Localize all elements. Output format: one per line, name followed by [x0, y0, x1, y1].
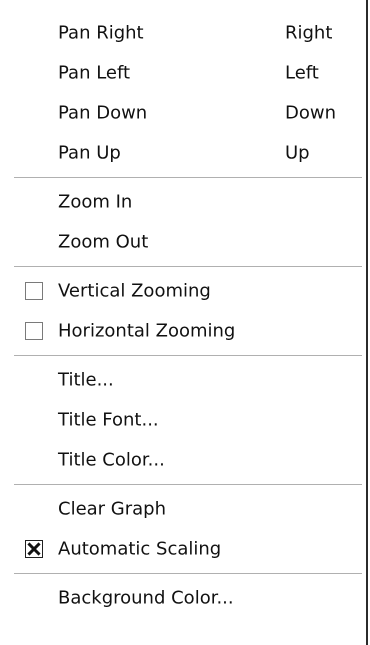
menu-item-label: Zoom In: [58, 191, 133, 213]
menu-item-label: Background Color...: [58, 587, 234, 609]
menu-item-zoom-in[interactable]: Zoom In: [0, 182, 366, 222]
menu-item-shortcut: Left: [285, 62, 319, 84]
menu-item-label: Automatic Scaling: [58, 538, 222, 560]
menu-item-label: Pan Right: [58, 22, 144, 44]
menu-item-background-color[interactable]: Background Color...: [0, 578, 366, 618]
menu-separator: [14, 266, 362, 267]
menu-item-label: Clear Graph: [58, 498, 167, 520]
menu-item-clear-graph[interactable]: Clear Graph: [0, 489, 366, 529]
menu-item-title-font[interactable]: Title Font...: [0, 400, 366, 440]
menu-item-pan-down[interactable]: Pan Down Down: [0, 93, 366, 133]
menu-item-label: Vertical Zooming: [58, 280, 211, 302]
menu-item-title[interactable]: Title...: [0, 360, 366, 400]
menu-item-title-color[interactable]: Title Color...: [0, 440, 366, 480]
menu-item-shortcut: Right: [285, 22, 333, 44]
menu-separator: [14, 355, 362, 356]
menu-item-label: Horizontal Zooming: [58, 320, 236, 342]
menu-item-pan-right[interactable]: Pan Right Right: [0, 13, 366, 53]
vertical-zooming-checkbox[interactable]: [25, 282, 43, 300]
context-menu: Pan Right Right Pan Left Left Pan Down D…: [0, 0, 368, 645]
menu-item-label: Pan Up: [58, 142, 121, 164]
check-x-icon: [27, 542, 41, 556]
menu-item-label: Zoom Out: [58, 231, 149, 253]
menu-item-shortcut: Down: [285, 102, 337, 124]
horizontal-zooming-checkbox[interactable]: [25, 322, 43, 340]
menu-item-pan-left[interactable]: Pan Left Left: [0, 53, 366, 93]
menu-item-horizontal-zooming[interactable]: Horizontal Zooming: [0, 311, 366, 351]
menu-separator: [14, 177, 362, 178]
menu-item-pan-up[interactable]: Pan Up Up: [0, 133, 366, 173]
automatic-scaling-checkbox[interactable]: [25, 540, 43, 558]
menu-item-label: Title Font...: [58, 409, 159, 431]
menu-item-shortcut: Up: [285, 142, 310, 164]
menu-item-label: Pan Down: [58, 102, 148, 124]
menu-item-vertical-zooming[interactable]: Vertical Zooming: [0, 271, 366, 311]
menu-item-label: Title Color...: [58, 449, 165, 471]
menu-item-zoom-out[interactable]: Zoom Out: [0, 222, 366, 262]
menu-separator: [14, 573, 362, 574]
menu-item-label: Title...: [58, 369, 114, 391]
menu-item-label: Pan Left: [58, 62, 131, 84]
menu-separator: [14, 484, 362, 485]
menu-item-automatic-scaling[interactable]: Automatic Scaling: [0, 529, 366, 569]
